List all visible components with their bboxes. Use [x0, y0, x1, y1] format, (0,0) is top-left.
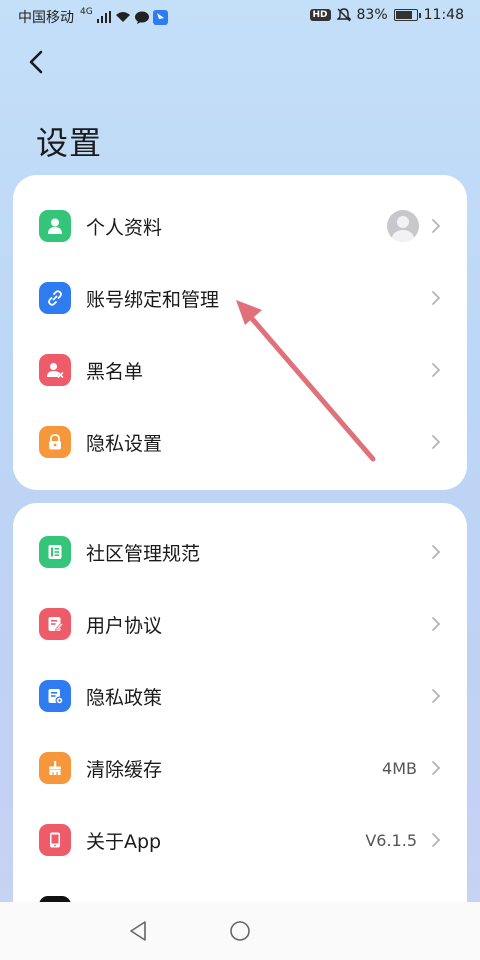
chevron-right-icon: [432, 291, 441, 305]
chevron-right-icon: [432, 363, 441, 377]
back-arrow-icon: [29, 50, 43, 74]
item-label: 关于App: [86, 830, 162, 853]
carrier-name: 中国移动: [18, 10, 74, 26]
settings-group-about: 社区管理规范 用户协议 隐私政策 清除缓存 4MB 关于App V6.1.5: [13, 503, 467, 960]
settings-item-blacklist[interactable]: 黑名单: [13, 334, 467, 406]
settings-item-privacy[interactable]: 隐私设置: [13, 406, 467, 478]
cache-size: 4MB: [382, 758, 417, 778]
page-title: 设置: [36, 124, 103, 162]
blocked-user-icon: [39, 354, 71, 386]
chevron-right-icon: [432, 545, 441, 559]
chevron-right-icon: [432, 219, 441, 233]
settings-item-user-agreement[interactable]: 用户协议: [13, 588, 467, 660]
lock-icon: [39, 426, 71, 458]
clean-icon: [39, 752, 71, 784]
settings-group-account: 个人资料 账号绑定和管理 黑名单 隐私设置: [13, 175, 467, 490]
message-icon: [134, 11, 149, 24]
agreement-icon: [39, 608, 71, 640]
settings-item-privacy-policy[interactable]: 隐私政策: [13, 660, 467, 732]
chevron-right-icon: [432, 761, 441, 775]
item-label: 个人资料: [86, 216, 163, 239]
about-icon: [39, 824, 71, 856]
settings-item-account-binding[interactable]: 账号绑定和管理: [13, 262, 467, 334]
home-circle-icon[interactable]: [229, 920, 251, 942]
chevron-right-icon: [432, 833, 441, 847]
mute-icon: [336, 8, 351, 22]
settings-item-clear-cache[interactable]: 清除缓存 4MB: [13, 732, 467, 804]
status-left: 中国移动 4G: [18, 7, 168, 27]
battery-icon: [393, 9, 421, 21]
hd-badge: HD: [309, 9, 331, 21]
person-icon: [39, 210, 71, 242]
chevron-right-icon: [432, 689, 441, 703]
wifi-icon: [115, 12, 130, 22]
item-label: 用户协议: [86, 614, 163, 637]
rules-icon: [39, 536, 71, 568]
back-button[interactable]: [28, 44, 64, 80]
back-triangle-icon[interactable]: [128, 920, 148, 942]
link-icon: [39, 282, 71, 314]
app-notification-icon: [152, 9, 168, 25]
item-label: 社区管理规范: [86, 542, 201, 565]
policy-icon: [39, 680, 71, 712]
network-type: 4G: [80, 7, 93, 17]
status-bar: 中国移动 4G HD 83% 11:48: [0, 0, 480, 34]
chevron-right-icon: [432, 617, 441, 631]
settings-item-profile[interactable]: 个人资料: [13, 190, 467, 262]
item-label: 清除缓存: [86, 758, 163, 781]
item-label: 账号绑定和管理: [86, 288, 220, 311]
status-right: HD 83% 11:48: [309, 7, 464, 23]
clock: 11:48: [423, 7, 464, 23]
item-label: 隐私设置: [86, 432, 163, 455]
item-label: 隐私政策: [86, 686, 163, 709]
settings-item-community-rules[interactable]: 社区管理规范: [13, 516, 467, 588]
chevron-right-icon: [432, 435, 441, 449]
app-version: V6.1.5: [365, 830, 417, 850]
item-label: 黑名单: [86, 360, 144, 383]
settings-item-about-app[interactable]: 关于App V6.1.5: [13, 804, 467, 876]
system-nav-bar: [0, 902, 480, 960]
avatar: [387, 210, 419, 242]
battery-percent: 83%: [356, 7, 388, 23]
signal-icon: [96, 11, 111, 23]
